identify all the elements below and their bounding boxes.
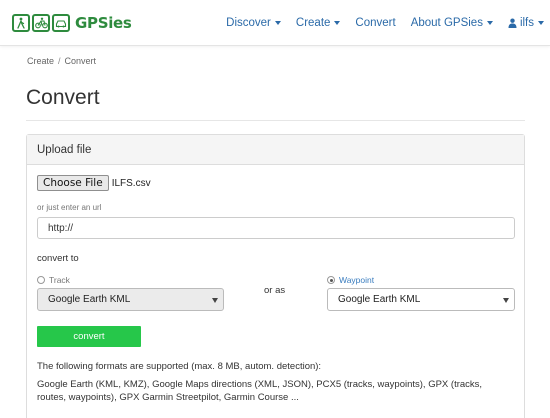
url-hint: or just enter an url — [37, 203, 102, 212]
waypoint-radio[interactable] — [327, 276, 335, 284]
convert-button[interactable]: convert — [37, 326, 141, 347]
breadcrumb-create[interactable]: Create — [27, 56, 54, 66]
breadcrumb-convert: Convert — [64, 56, 97, 66]
formats-list: Google Earth (KML, KMZ), Google Maps dir… — [37, 379, 483, 403]
bike-icon — [32, 14, 50, 32]
url-input[interactable] — [37, 217, 515, 239]
nav-convert[interactable]: Convert — [355, 17, 395, 29]
nav-convert-label: Convert — [355, 17, 396, 29]
caret-down-icon — [486, 21, 493, 25]
gpsies-logo[interactable]: GPSies — [12, 11, 132, 35]
upload-panel: Upload file Choose File ILFS.csv or just… — [26, 134, 525, 418]
track-radio-option[interactable]: Track — [37, 275, 70, 285]
nav-create[interactable]: Create — [296, 17, 341, 29]
file-picker: Choose File ILFS.csv — [37, 175, 151, 191]
waypoint-format-select[interactable]: Google Earth KML — [327, 288, 515, 311]
track-radio[interactable] — [37, 276, 45, 284]
page-title: Convert — [26, 86, 100, 109]
choose-file-button[interactable]: Choose File — [37, 175, 109, 191]
breadcrumb-separator: / — [58, 56, 61, 66]
or-as-label: or as — [264, 285, 286, 296]
user-icon — [508, 18, 517, 28]
breadcrumb: Create / Convert — [27, 56, 96, 66]
panel-heading: Upload file — [27, 135, 524, 165]
waypoint-radio-label: Waypoint — [339, 275, 375, 285]
brand-name: GPSies — [75, 14, 132, 32]
waypoint-radio-option[interactable]: Waypoint — [327, 275, 374, 285]
dropdown-arrow-icon — [503, 298, 509, 303]
waypoint-format-value: Google Earth KML — [338, 294, 421, 305]
caret-down-icon — [334, 21, 341, 25]
nav-user-menu[interactable]: ilfs — [508, 17, 544, 29]
nav-about-label: About GPSies — [410, 17, 483, 29]
main-nav: Discover Create Convert About GPSies ilf… — [226, 0, 550, 46]
nav-discover-label: Discover — [226, 17, 271, 29]
convert-to-label: convert to — [37, 253, 79, 264]
navbar: GPSies Discover Create Convert About GPS… — [0, 0, 550, 46]
title-divider — [26, 120, 525, 121]
track-format-select[interactable]: Google Earth KML — [37, 288, 224, 311]
nav-create-label: Create — [295, 17, 331, 29]
selected-file-name: ILFS.csv — [111, 177, 151, 189]
track-format-value: Google Earth KML — [48, 294, 131, 305]
caret-down-icon — [538, 21, 544, 25]
nav-user-label: ilfs — [519, 17, 534, 29]
track-radio-label: Track — [49, 275, 70, 285]
nav-discover[interactable]: Discover — [226, 17, 281, 29]
formats-intro: The following formats are supported (max… — [37, 361, 322, 372]
hiker-icon — [12, 14, 30, 32]
car-icon — [52, 14, 70, 32]
dropdown-arrow-icon — [212, 298, 218, 303]
nav-about[interactable]: About GPSies — [411, 17, 493, 29]
caret-down-icon — [274, 21, 281, 25]
